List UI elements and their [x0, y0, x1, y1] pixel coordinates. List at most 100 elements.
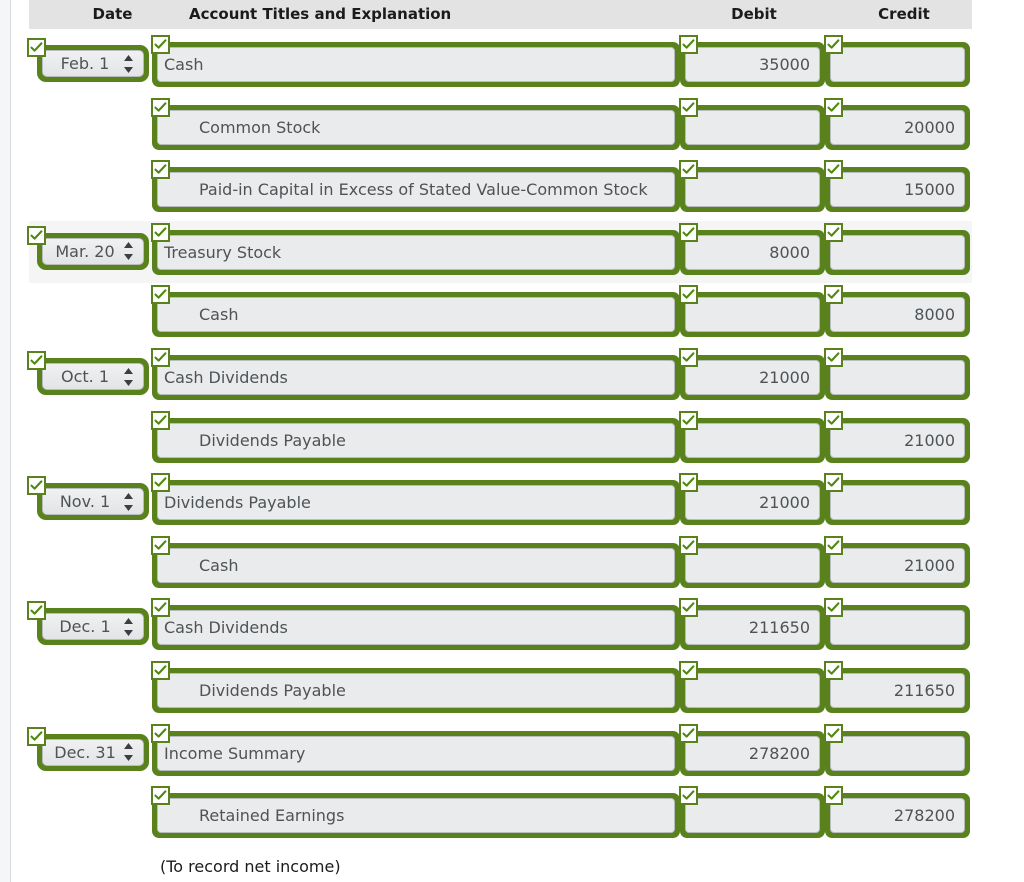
- table-row: Feb. 1 Cash 35000: [0, 33, 1024, 95]
- account-title-value: Cash Dividends: [164, 618, 288, 638]
- validated-check-icon: [151, 723, 170, 743]
- credit-input[interactable]: 20000: [825, 104, 970, 150]
- account-title-value: Income Summary: [164, 743, 306, 763]
- table-row: Paid-in Capital in Excess of Stated Valu…: [0, 158, 1024, 220]
- date-select-value: Feb. 1: [60, 54, 110, 73]
- date-select[interactable]: Dec. 31: [37, 733, 149, 771]
- account-title-input[interactable]: Treasury Stock: [152, 229, 680, 275]
- credit-input[interactable]: 278200: [825, 793, 970, 839]
- entry-explanation-note: (To record net income): [160, 856, 341, 876]
- credit-input[interactable]: 21000: [825, 542, 970, 588]
- debit-input[interactable]: [680, 167, 825, 213]
- validated-check-icon: [27, 38, 46, 57]
- account-title-input[interactable]: Cash Dividends: [152, 355, 680, 400]
- account-title-input[interactable]: Cash: [152, 292, 680, 338]
- spinner-arrows-icon[interactable]: [123, 492, 134, 512]
- validated-check-icon: [151, 160, 170, 180]
- validated-check-icon: [151, 786, 170, 806]
- account-title-value: Dividends Payable: [199, 681, 346, 700]
- credit-input[interactable]: [825, 480, 970, 526]
- validated-check-icon: [151, 661, 170, 680]
- date-select[interactable]: Dec. 1: [37, 608, 149, 646]
- validated-check-icon: [27, 601, 46, 621]
- table-row: Mar. 20 Treasury Stock 8000: [0, 220, 1024, 283]
- validated-check-icon: [824, 786, 843, 806]
- debit-input[interactable]: [680, 104, 825, 150]
- table-row: Cash 8000: [0, 283, 1024, 345]
- validated-check-icon: [679, 598, 698, 618]
- journal-entry-page: Date Account Titles and Explanation Debi…: [0, 0, 1024, 882]
- spinner-arrows-icon[interactable]: [123, 54, 134, 74]
- date-select[interactable]: Feb. 1: [37, 45, 149, 82]
- spinner-arrows-icon[interactable]: [123, 241, 134, 261]
- validated-check-icon: [151, 348, 170, 367]
- validated-check-icon: [824, 535, 843, 555]
- account-title-input[interactable]: Cash Dividends: [152, 605, 680, 651]
- account-title-input[interactable]: Dividends Payable: [152, 480, 680, 526]
- column-header-account: Account Titles and Explanation: [189, 5, 452, 23]
- validated-check-icon: [679, 348, 698, 367]
- debit-input[interactable]: 21000: [680, 480, 825, 526]
- credit-input[interactable]: [825, 730, 970, 776]
- date-select[interactable]: Nov. 1: [37, 483, 149, 521]
- validated-check-icon: [151, 97, 170, 117]
- account-title-input[interactable]: Dividends Payable: [152, 417, 680, 463]
- account-title-input[interactable]: Cash: [152, 42, 680, 87]
- account-title-input[interactable]: Income Summary: [152, 730, 680, 776]
- debit-input[interactable]: 278200: [680, 730, 825, 776]
- validated-check-icon: [679, 160, 698, 180]
- validated-check-icon: [824, 35, 843, 54]
- account-title-input[interactable]: Paid-in Capital in Excess of Stated Valu…: [152, 167, 680, 213]
- validated-check-icon: [679, 535, 698, 555]
- account-title-value: Dividends Payable: [199, 430, 346, 450]
- credit-input[interactable]: [825, 355, 970, 400]
- debit-input[interactable]: 8000: [680, 229, 825, 275]
- spinner-arrows-icon[interactable]: [123, 617, 134, 637]
- credit-input[interactable]: 15000: [825, 167, 970, 213]
- validated-check-icon: [27, 476, 46, 496]
- credit-input[interactable]: 211650: [825, 668, 970, 713]
- account-title-value: Cash: [199, 305, 239, 325]
- validated-check-icon: [27, 351, 46, 370]
- validated-check-icon: [151, 535, 170, 555]
- table-row: Oct. 1 Cash Dividends 21000: [0, 346, 1024, 408]
- account-title-input[interactable]: Retained Earnings: [152, 793, 680, 839]
- validated-check-icon: [151, 222, 170, 242]
- account-title-value: Cash: [164, 55, 204, 74]
- debit-input[interactable]: [680, 542, 825, 588]
- validated-check-icon: [679, 723, 698, 743]
- date-select-value: Oct. 1: [60, 367, 109, 386]
- validated-check-icon: [679, 786, 698, 806]
- credit-input[interactable]: 8000: [825, 292, 970, 338]
- spinner-arrows-icon[interactable]: [123, 742, 134, 762]
- debit-input[interactable]: 21000: [680, 355, 825, 400]
- account-title-input[interactable]: Common Stock: [152, 104, 680, 150]
- credit-input[interactable]: [825, 229, 970, 275]
- date-select-value: Dec. 1: [59, 617, 111, 637]
- credit-input[interactable]: [825, 605, 970, 651]
- date-select[interactable]: Mar. 20: [37, 232, 149, 270]
- credit-value: 211650: [893, 681, 955, 700]
- debit-value: 278200: [748, 743, 810, 763]
- validated-check-icon: [824, 473, 843, 493]
- table-row: Dividends Payable 211650: [0, 659, 1024, 721]
- account-title-value: Paid-in Capital in Excess of Stated Valu…: [199, 180, 648, 200]
- debit-input[interactable]: [680, 417, 825, 463]
- date-select[interactable]: Oct. 1: [37, 358, 149, 395]
- validated-check-icon: [679, 410, 698, 430]
- column-header-debit: Debit: [731, 5, 777, 23]
- account-title-input[interactable]: Cash: [152, 542, 680, 588]
- validated-check-icon: [151, 35, 170, 54]
- credit-input[interactable]: 21000: [825, 417, 970, 463]
- account-title-value: Retained Earnings: [199, 806, 345, 826]
- validated-check-icon: [824, 97, 843, 117]
- account-title-input[interactable]: Dividends Payable: [152, 668, 680, 713]
- debit-input[interactable]: [680, 668, 825, 713]
- spinner-arrows-icon[interactable]: [123, 367, 134, 387]
- validated-check-icon: [824, 285, 843, 305]
- debit-input[interactable]: 211650: [680, 605, 825, 651]
- debit-input[interactable]: 35000: [680, 42, 825, 87]
- debit-input[interactable]: [680, 793, 825, 839]
- debit-input[interactable]: [680, 292, 825, 338]
- credit-input[interactable]: [825, 42, 970, 87]
